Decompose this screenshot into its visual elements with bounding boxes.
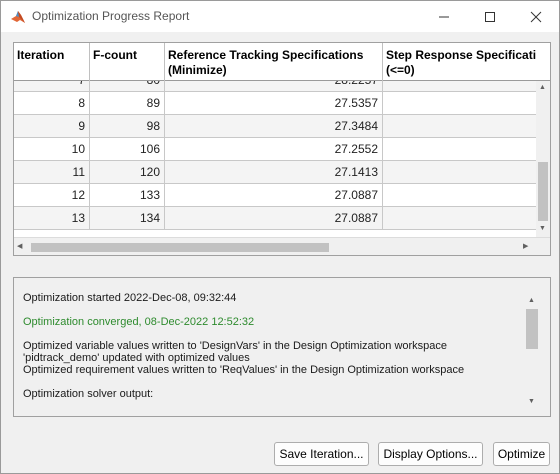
table-row[interactable]: 10 106 27.2552	[14, 138, 536, 161]
matlab-logo-icon	[10, 9, 26, 25]
log-scroll-thumb[interactable]	[526, 309, 538, 349]
table-vertical-scrollbar[interactable]: ▲ ▼	[536, 81, 550, 237]
table-cell: 27.2552	[165, 138, 383, 160]
table-row[interactable]: 12 133 27.0887	[14, 184, 536, 207]
table-cell: 27.5357	[165, 92, 383, 114]
table-cell: 7	[14, 81, 90, 91]
header-step-response[interactable]: Step Response Specificati (<=0)	[383, 43, 550, 81]
table-header: Iteration F-count Reference Tracking Spe…	[14, 43, 550, 81]
table-row[interactable]: 13 134 27.0887	[14, 207, 536, 230]
table-cell: 27.1413	[165, 161, 383, 183]
scroll-down-icon[interactable]: ▼	[539, 224, 546, 234]
close-icon	[530, 11, 542, 22]
table-cell: 27.0887	[165, 184, 383, 206]
log-converged: Optimization converged, 08-Dec-2022 12:5…	[23, 316, 255, 328]
table-cell: 106	[90, 138, 165, 160]
log-text: Optimization started 2022-Dec-08, 09:32:…	[23, 292, 523, 400]
table-cell: 80	[90, 81, 165, 91]
table-cell: 134	[90, 207, 165, 229]
horizontal-scroll-thumb[interactable]	[31, 243, 329, 252]
log-scroll-down-icon[interactable]: ▼	[528, 397, 535, 407]
table-cell	[383, 138, 536, 160]
table-cell: 27.0887	[165, 207, 383, 229]
table-cell: 10	[14, 138, 90, 160]
table-cell: 13	[14, 207, 90, 229]
table-cell: 28.2257	[165, 81, 383, 91]
table-cell: 89	[90, 92, 165, 114]
close-button[interactable]	[513, 1, 559, 32]
minimize-icon	[439, 16, 449, 17]
table-cell	[383, 115, 536, 137]
table-cell	[383, 81, 536, 91]
table-cell	[383, 184, 536, 206]
maximize-button[interactable]	[467, 1, 513, 32]
header-f-count[interactable]: F-count	[90, 43, 165, 81]
optimize-button[interactable]: Optimize	[493, 442, 550, 466]
display-options-button[interactable]: Display Options...	[378, 442, 483, 466]
table-cell: 8	[14, 92, 90, 114]
log-started: Optimization started 2022-Dec-08, 09:32:…	[23, 292, 237, 304]
header-reference-tracking[interactable]: Reference Tracking Specifications (Minim…	[165, 43, 383, 81]
table-cell	[383, 161, 536, 183]
table-cell	[383, 92, 536, 114]
minimize-button[interactable]	[421, 1, 467, 32]
optimization-log-panel[interactable]: Optimization started 2022-Dec-08, 09:32:…	[13, 277, 551, 417]
log-design-vars: Optimized variable values written to 'De…	[23, 340, 448, 352]
table-cell: 27.3484	[165, 115, 383, 137]
table-row[interactable]: 8 89 27.5357	[14, 92, 536, 115]
table-cell: 98	[90, 115, 165, 137]
table-cell: 120	[90, 161, 165, 183]
table-rows: 78028.225788927.535799827.34841010627.25…	[14, 81, 536, 230]
scroll-left-icon[interactable]: ◀	[17, 242, 22, 252]
save-iteration-button[interactable]: Save Iteration...	[274, 442, 369, 466]
table-cell: 133	[90, 184, 165, 206]
scroll-up-icon[interactable]: ▲	[539, 83, 546, 93]
title-bar[interactable]: Optimization Progress Report	[1, 1, 559, 32]
table-row[interactable]: 11 120 27.1413	[14, 161, 536, 184]
optimization-progress-window: Optimization Progress Report Iteration F…	[0, 0, 560, 474]
log-vertical-scrollbar[interactable]: ▲ ▼	[524, 292, 540, 410]
header-iteration[interactable]: Iteration	[14, 43, 90, 81]
log-model-updated: 'pidtrack_demo' updated with optimized v…	[23, 352, 250, 364]
vertical-scroll-thumb[interactable]	[538, 162, 548, 221]
table-horizontal-scrollbar[interactable]: ◀ ▶	[14, 237, 550, 255]
table-row[interactable]: 9 98 27.3484	[14, 115, 536, 138]
table-cell: 9	[14, 115, 90, 137]
maximize-icon	[485, 11, 495, 22]
window-title: Optimization Progress Report	[32, 9, 190, 23]
table-body[interactable]: 78028.225788927.535799827.34841010627.25…	[14, 81, 536, 237]
log-scroll-up-icon[interactable]: ▲	[528, 296, 535, 306]
table-row[interactable]: 78028.2257	[14, 81, 536, 92]
log-req-values: Optimized requirement values written to …	[23, 364, 465, 376]
log-solver-output: Optimization solver output:	[23, 388, 154, 400]
scrollbar-corner	[536, 238, 550, 255]
table-cell	[383, 207, 536, 229]
scroll-right-icon[interactable]: ▶	[523, 242, 528, 252]
table-cell: 11	[14, 161, 90, 183]
iteration-table: Iteration F-count Reference Tracking Spe…	[13, 42, 551, 256]
table-cell: 12	[14, 184, 90, 206]
